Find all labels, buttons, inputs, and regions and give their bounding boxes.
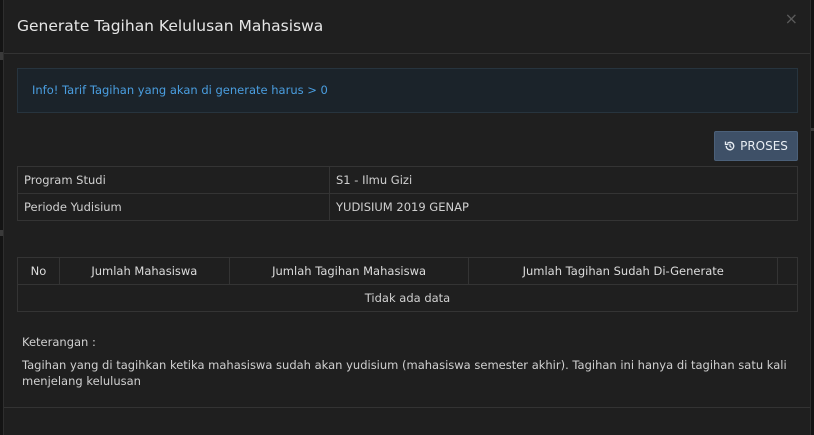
- table-header-row: No Jumlah Mahasiswa Jumlah Tagihan Mahas…: [17, 257, 798, 285]
- proses-button-label: PROSES: [740, 139, 788, 153]
- proses-button[interactable]: PROSES: [714, 131, 798, 161]
- info-alert-text: Info! Tarif Tagihan yang akan di generat…: [32, 83, 328, 97]
- footer-divider: [4, 407, 810, 408]
- close-button[interactable]: ×: [785, 11, 798, 27]
- modal-header: Generate Tagihan Kelulusan Mahasiswa ×: [4, 0, 810, 54]
- empty-state-text: Tidak ada data: [17, 284, 798, 312]
- tagihan-table: No Jumlah Mahasiswa Jumlah Tagihan Mahas…: [17, 257, 798, 312]
- keterangan-text: Tagihan yang di tagihkan ketika mahasisw…: [22, 358, 787, 388]
- col-header-jumlah-tagihan[interactable]: Jumlah Tagihan Mahasiswa: [228, 257, 470, 285]
- program-studi-value: S1 - Ilmu Gizi: [329, 166, 798, 194]
- periode-yudisium-value: YUDISIUM 2019 GENAP: [329, 193, 798, 221]
- program-studi-label: Program Studi: [17, 166, 330, 194]
- col-header-jumlah-mahasiswa[interactable]: Jumlah Mahasiswa: [58, 257, 230, 285]
- history-icon: [724, 141, 735, 151]
- info-table: Program Studi S1 - Ilmu Gizi Periode Yud…: [17, 166, 798, 221]
- table-row: Tidak ada data: [17, 284, 798, 312]
- modal-title: Generate Tagihan Kelulusan Mahasiswa: [17, 17, 324, 35]
- table-row: Program Studi S1 - Ilmu Gizi: [17, 166, 798, 194]
- table-row: Periode Yudisium YUDISIUM 2019 GENAP: [17, 193, 798, 221]
- periode-yudisium-label: Periode Yudisium: [17, 193, 330, 221]
- col-header-extra: [777, 257, 798, 285]
- info-alert: Info! Tarif Tagihan yang akan di generat…: [17, 68, 798, 113]
- col-header-no[interactable]: No: [17, 257, 60, 285]
- col-header-tagihan-generated[interactable]: Jumlah Tagihan Sudah Di-Generate: [468, 257, 778, 285]
- keterangan-label: Keterangan :: [22, 335, 96, 349]
- generate-tagihan-modal: Generate Tagihan Kelulusan Mahasiswa × I…: [3, 0, 811, 435]
